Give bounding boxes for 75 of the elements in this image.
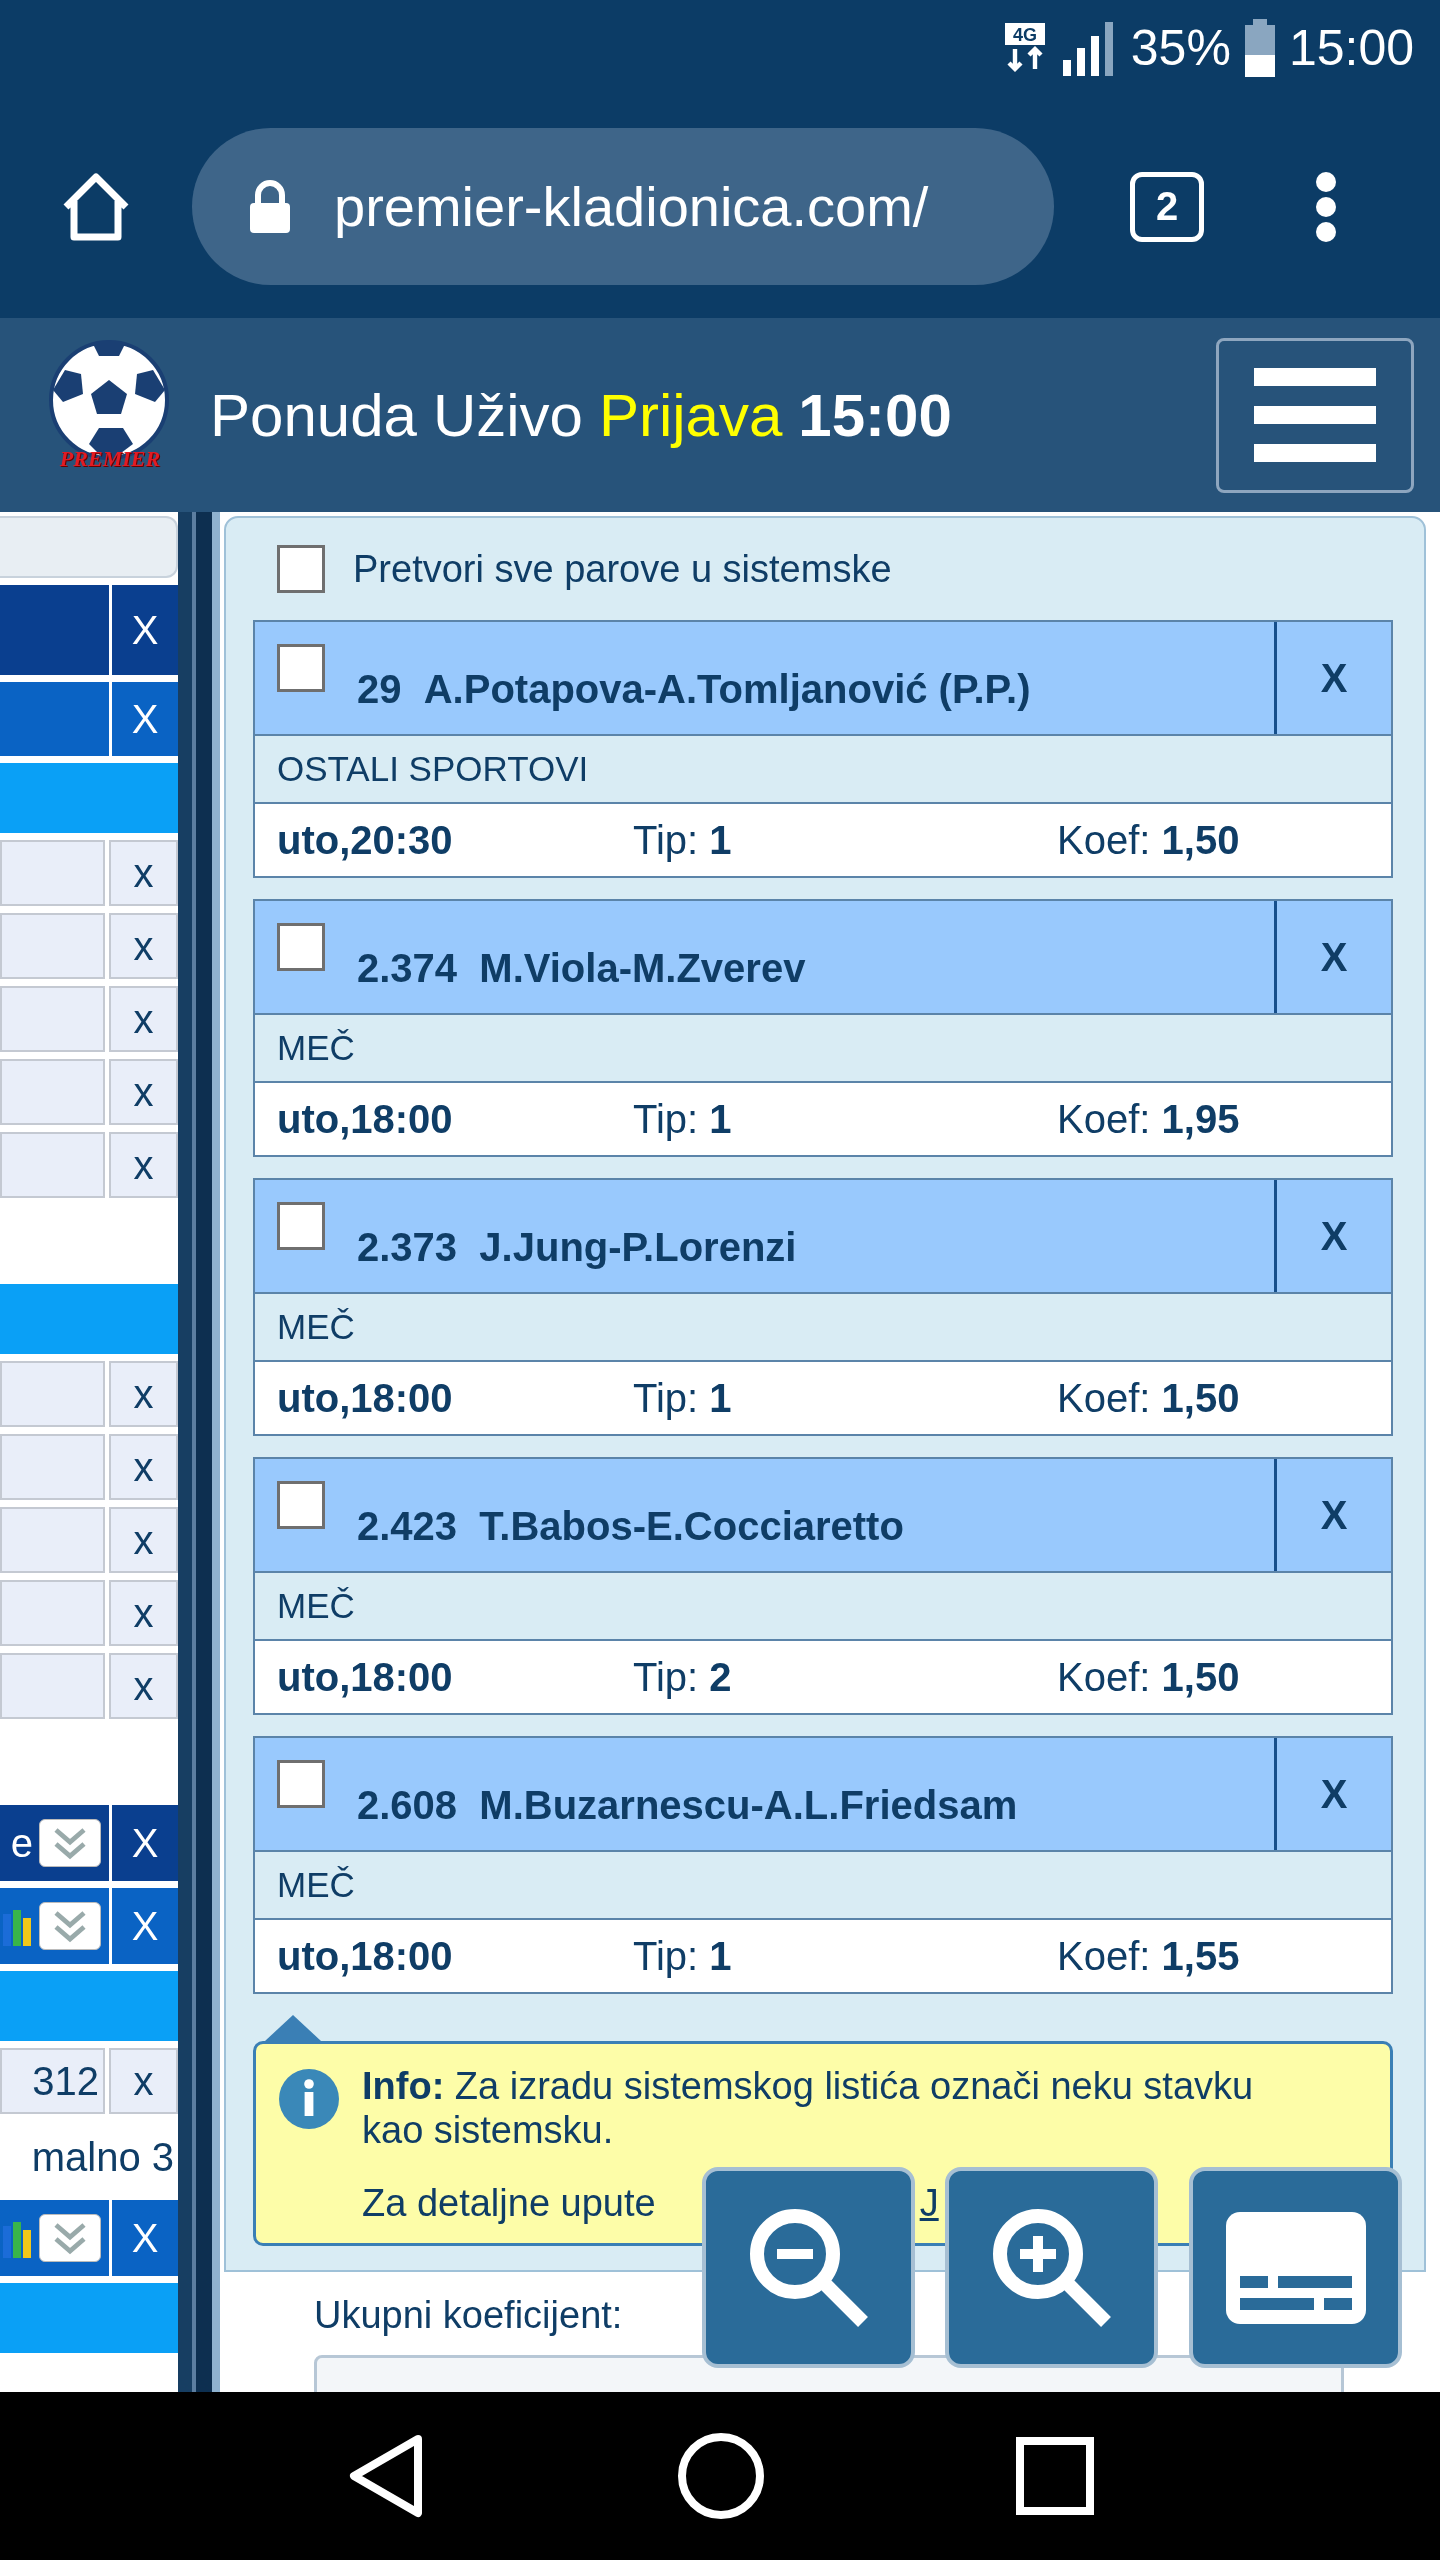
odds: Koef: 1,50 (1057, 1375, 1241, 1421)
nav-link[interactable]: Prijava (598, 380, 783, 450)
address-bar[interactable]: premier-kladionica.com/ (192, 128, 1054, 285)
category: MEČ (277, 1586, 355, 1626)
odds: Koef: 1,50 (1057, 817, 1241, 863)
menu-icon[interactable] (1314, 171, 1338, 242)
remove-button[interactable]: x (109, 1653, 178, 1719)
category: MEČ (277, 1028, 355, 1068)
checkbox[interactable] (277, 1760, 325, 1808)
remove-button[interactable]: X (1274, 901, 1391, 1013)
match-title: 2.423 T.Babos-E.Cocciaretto (357, 1504, 904, 1549)
odds: Koef: 1,50 (1057, 1654, 1241, 1700)
subtitles-button[interactable] (1189, 2167, 1402, 2368)
subtitles-icon (1225, 2211, 1366, 2324)
battery-percent: 35% (1130, 18, 1231, 77)
remove-button[interactable]: x (109, 1059, 178, 1125)
checkbox[interactable] (277, 644, 325, 692)
remove-button[interactable]: X (1274, 1738, 1391, 1850)
category: MEČ (277, 1865, 355, 1905)
menu-button[interactable] (1216, 337, 1414, 493)
remove-button[interactable]: x (109, 840, 178, 906)
checkbox[interactable] (277, 545, 325, 593)
home-icon[interactable] (677, 2432, 765, 2520)
row-text: 312 (32, 2058, 99, 2104)
total-odds-label: Ukupni koeficijent: (314, 2294, 624, 2337)
row-text: e (10, 1820, 33, 1866)
remove-button[interactable]: X (1274, 1459, 1391, 1571)
info-icon (278, 2068, 340, 2130)
nav-link[interactable]: Uživo (432, 380, 583, 450)
remove-button[interactable]: x (109, 1132, 178, 1198)
info-text: Za detaljne upute (362, 2182, 656, 2225)
checkbox-label: Pretvori sve parove u sistemske (353, 547, 892, 591)
match-time: uto,18:00 (277, 1654, 454, 1700)
odds: Koef: 1,95 (1057, 1096, 1241, 1142)
remove-button[interactable]: x (109, 1507, 178, 1573)
tip: Tip: 1 (633, 817, 733, 863)
match-time: uto,18:00 (277, 1096, 454, 1142)
category: MEČ (277, 1307, 355, 1347)
tip: Tip: 1 (633, 1096, 733, 1142)
input-field[interactable] (0, 516, 178, 578)
checkbox[interactable] (277, 1481, 325, 1529)
battery-icon (1244, 18, 1275, 77)
checkbox[interactable] (277, 1202, 325, 1250)
remove-button[interactable]: x (109, 1580, 178, 1646)
clock: 15:00 (798, 380, 952, 450)
info-text: Info: Za izradu sistemskog listića označi neku stavku kao sistemsku. (362, 2064, 1255, 2152)
remove-button[interactable]: x (109, 986, 178, 1052)
match-time: uto,18:00 (277, 1933, 454, 1979)
remove-button[interactable]: X (1274, 1180, 1391, 1292)
tip: Tip: 1 (633, 1933, 733, 1979)
match-time: uto,20:30 (277, 817, 454, 863)
lock-icon (248, 178, 292, 235)
tab-count-button[interactable]: 2 (1130, 171, 1204, 242)
category: OSTALI SPORTOVI (277, 749, 589, 789)
match-title: 2.373 J.Jung-P.Lorenzi (357, 1225, 797, 1270)
instructions-link[interactable]: J (919, 2182, 939, 2225)
match-title: 2.374 M.Viola-M.Zverev (357, 946, 806, 991)
remove-button[interactable]: x (109, 1361, 178, 1427)
checkbox[interactable] (277, 923, 325, 971)
remove-button[interactable]: X (1274, 622, 1391, 734)
nav-link[interactable]: Ponuda (210, 380, 417, 450)
zoom-out-button[interactable] (702, 2167, 915, 2368)
recent-apps-icon[interactable] (1016, 2437, 1095, 2515)
odds: Koef: 1,55 (1057, 1933, 1241, 1979)
remove-button[interactable]: x (109, 2048, 178, 2114)
remove-button[interactable]: x (109, 913, 178, 979)
match-title: 2.608 M.Buzarnescu-A.L.Friedsam (357, 1783, 1018, 1828)
row-text: malno 3 (31, 2134, 174, 2180)
zoom-in-button[interactable] (945, 2167, 1158, 2368)
tip: Tip: 2 (633, 1654, 733, 1700)
remove-button[interactable]: x (109, 1434, 178, 1500)
match-time: uto,18:00 (277, 1375, 454, 1421)
match-title: 29 A.Potapova-A.Tomljanović (P.P.) (357, 667, 1031, 712)
clock: 15:00 (1288, 18, 1414, 77)
tip: Tip: 1 (633, 1375, 733, 1421)
